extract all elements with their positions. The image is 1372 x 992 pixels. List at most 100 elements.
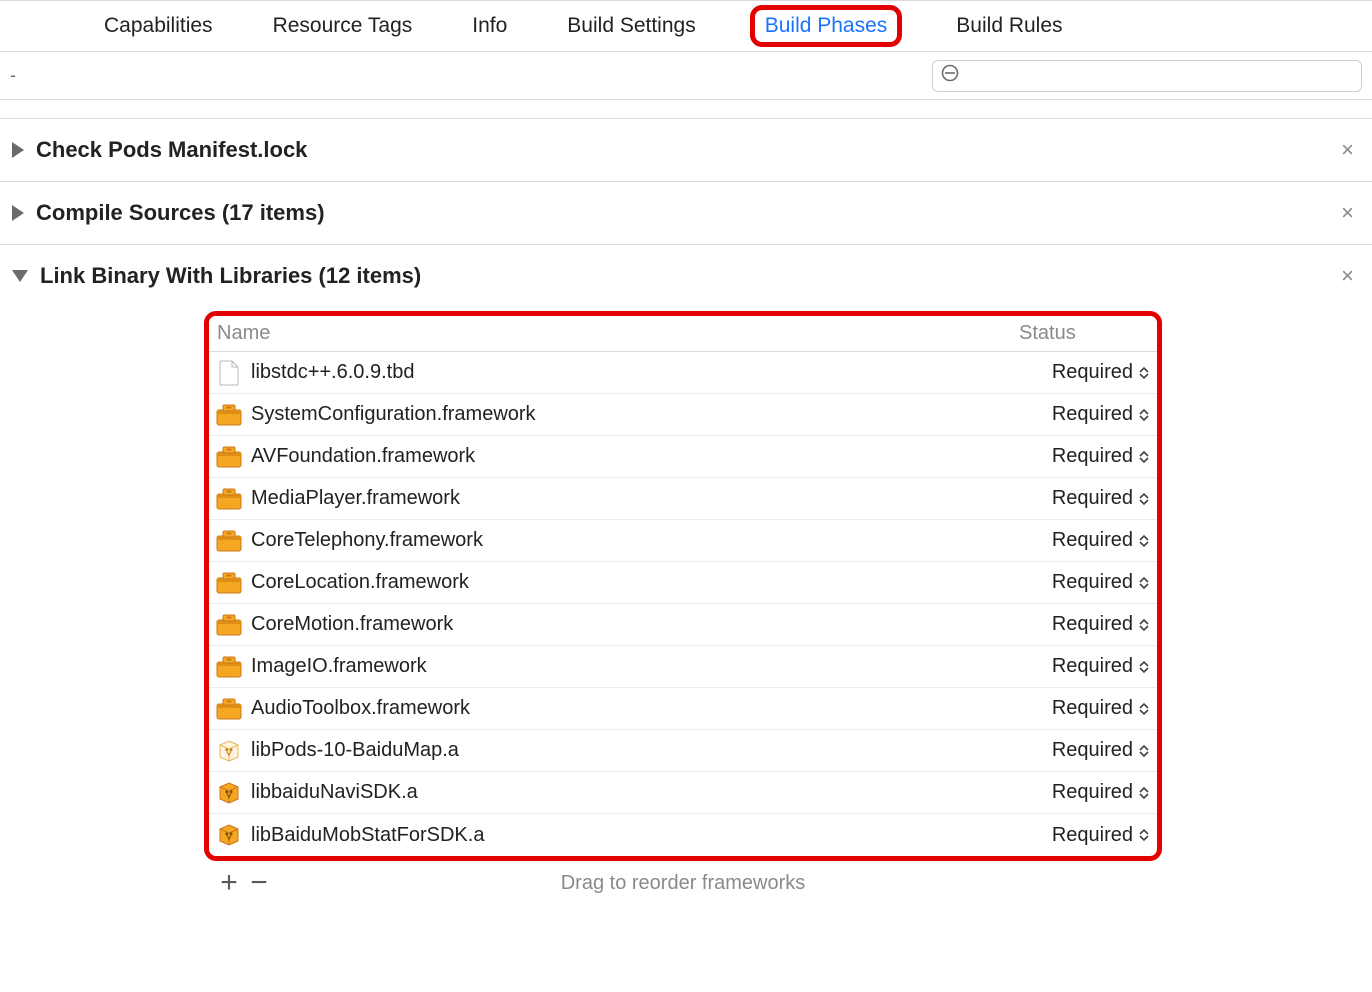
library-status-select[interactable]: Required: [1052, 697, 1149, 720]
filter-icon: [941, 64, 965, 87]
add-library-button[interactable]: +: [214, 871, 244, 895]
library-row[interactable]: libstdc++.6.0.9.tbdRequired: [209, 352, 1157, 394]
column-name[interactable]: Name: [215, 322, 1019, 345]
build-phases-toolbar: -: [0, 52, 1372, 100]
filter-field[interactable]: [932, 60, 1362, 92]
library-status-value: Required: [1052, 361, 1133, 384]
updown-stepper-icon: [1139, 619, 1149, 631]
tab-build-settings[interactable]: Build Settings: [561, 10, 701, 42]
library-name: CoreTelephony.framework: [251, 529, 1052, 552]
library-status-select[interactable]: Required: [1052, 613, 1149, 636]
tab-build-phases[interactable]: Build Phases: [765, 14, 888, 37]
disclosure-triangle-icon[interactable]: [12, 270, 28, 282]
library-status-value: Required: [1052, 655, 1133, 678]
library-name: libstdc++.6.0.9.tbd: [251, 361, 1052, 384]
library-row[interactable]: ImageIO.frameworkRequired: [209, 646, 1157, 688]
library-name: AVFoundation.framework: [251, 445, 1052, 468]
library-status-select[interactable]: Required: [1052, 445, 1149, 468]
library-status-value: Required: [1052, 613, 1133, 636]
framework-icon: [215, 443, 243, 471]
updown-stepper-icon: [1139, 409, 1149, 421]
remove-phase-button[interactable]: ×: [1333, 263, 1362, 289]
updown-stepper-icon: [1139, 703, 1149, 715]
phase-check-pods: Check Pods Manifest.lock ×: [0, 118, 1372, 182]
close-icon: ×: [1341, 200, 1354, 225]
framework-icon: [215, 401, 243, 429]
minus-icon: −: [250, 866, 268, 899]
updown-stepper-icon: [1139, 787, 1149, 799]
library-row[interactable]: SystemConfiguration.frameworkRequired: [209, 394, 1157, 436]
remove-phase-button[interactable]: ×: [1333, 137, 1362, 163]
library-status-value: Required: [1052, 781, 1133, 804]
disclosure-triangle-icon[interactable]: [12, 205, 24, 221]
library-status-select[interactable]: Required: [1052, 487, 1149, 510]
staticlib-icon: [215, 737, 243, 765]
updown-stepper-icon: [1139, 829, 1149, 841]
project-editor-tabs: Capabilities Resource Tags Info Build Se…: [0, 0, 1372, 52]
phase-title: Check Pods Manifest.lock: [36, 137, 1321, 163]
link-binary-rows: libstdc++.6.0.9.tbdRequiredSystemConfigu…: [209, 352, 1157, 856]
library-status-select[interactable]: Required: [1052, 781, 1149, 804]
updown-stepper-icon: [1139, 535, 1149, 547]
library-name: MediaPlayer.framework: [251, 487, 1052, 510]
add-phase-dropdown[interactable]: -: [10, 65, 26, 86]
library-status-select[interactable]: Required: [1052, 655, 1149, 678]
library-row[interactable]: libBaiduMobStatForSDK.aRequired: [209, 814, 1157, 856]
updown-stepper-icon: [1139, 451, 1149, 463]
library-status-value: Required: [1052, 403, 1133, 426]
tab-capabilities[interactable]: Capabilities: [98, 10, 219, 42]
library-row[interactable]: libPods-10-BaiduMap.aRequired: [209, 730, 1157, 772]
remove-library-button[interactable]: −: [244, 871, 274, 895]
tab-info[interactable]: Info: [466, 10, 513, 42]
library-row[interactable]: MediaPlayer.frameworkRequired: [209, 478, 1157, 520]
tab-build-rules[interactable]: Build Rules: [950, 10, 1068, 42]
phase-header-link-binary[interactable]: Link Binary With Libraries (12 items) ×: [0, 245, 1372, 307]
library-name: libbaiduNaviSDK.a: [251, 781, 1052, 804]
library-status-value: Required: [1052, 697, 1133, 720]
library-name: AudioToolbox.framework: [251, 697, 1052, 720]
column-status[interactable]: Status: [1019, 322, 1149, 345]
library-row[interactable]: libbaiduNaviSDK.aRequired: [209, 772, 1157, 814]
tab-resource-tags[interactable]: Resource Tags: [267, 10, 419, 42]
updown-stepper-icon: [1139, 493, 1149, 505]
phase-compile-sources: Compile Sources (17 items) ×: [0, 182, 1372, 245]
phase-header-compile-sources[interactable]: Compile Sources (17 items) ×: [0, 182, 1372, 244]
library-status-value: Required: [1052, 824, 1133, 847]
updown-stepper-icon: [1139, 577, 1149, 589]
library-name: libBaiduMobStatForSDK.a: [251, 824, 1052, 847]
plus-icon: +: [220, 866, 238, 899]
library-status-select[interactable]: Required: [1052, 403, 1149, 426]
library-row[interactable]: CoreTelephony.frameworkRequired: [209, 520, 1157, 562]
library-status-select[interactable]: Required: [1052, 361, 1149, 384]
remove-phase-button[interactable]: ×: [1333, 200, 1362, 226]
updown-stepper-icon: [1139, 661, 1149, 673]
library-row[interactable]: AudioToolbox.frameworkRequired: [209, 688, 1157, 730]
library-row[interactable]: CoreMotion.frameworkRequired: [209, 604, 1157, 646]
library-row[interactable]: CoreLocation.frameworkRequired: [209, 562, 1157, 604]
framework-icon: [215, 527, 243, 555]
close-icon: ×: [1341, 137, 1354, 162]
phase-link-binary: Link Binary With Libraries (12 items) × …: [0, 245, 1372, 905]
disclosure-triangle-icon[interactable]: [12, 142, 24, 158]
library-row[interactable]: AVFoundation.frameworkRequired: [209, 436, 1157, 478]
library-status-select[interactable]: Required: [1052, 529, 1149, 552]
library-name: CoreMotion.framework: [251, 613, 1052, 636]
footer-hint: Drag to reorder frameworks: [274, 872, 1092, 895]
staticlib-dark-icon: [215, 779, 243, 807]
updown-stepper-icon: [1139, 367, 1149, 379]
phase-header-check-pods[interactable]: Check Pods Manifest.lock ×: [0, 119, 1372, 181]
framework-icon: [215, 569, 243, 597]
filter-input[interactable]: [965, 67, 1353, 85]
library-status-select[interactable]: Required: [1052, 571, 1149, 594]
library-status-value: Required: [1052, 739, 1133, 762]
framework-icon: [215, 653, 243, 681]
phase-title: Link Binary With Libraries (12 items): [40, 263, 1321, 289]
link-binary-footer: + − Drag to reorder frameworks: [204, 861, 1162, 905]
framework-icon: [215, 695, 243, 723]
library-name: ImageIO.framework: [251, 655, 1052, 678]
library-status-select[interactable]: Required: [1052, 824, 1149, 847]
library-name: SystemConfiguration.framework: [251, 403, 1052, 426]
framework-icon: [215, 485, 243, 513]
library-name: libPods-10-BaiduMap.a: [251, 739, 1052, 762]
library-status-select[interactable]: Required: [1052, 739, 1149, 762]
